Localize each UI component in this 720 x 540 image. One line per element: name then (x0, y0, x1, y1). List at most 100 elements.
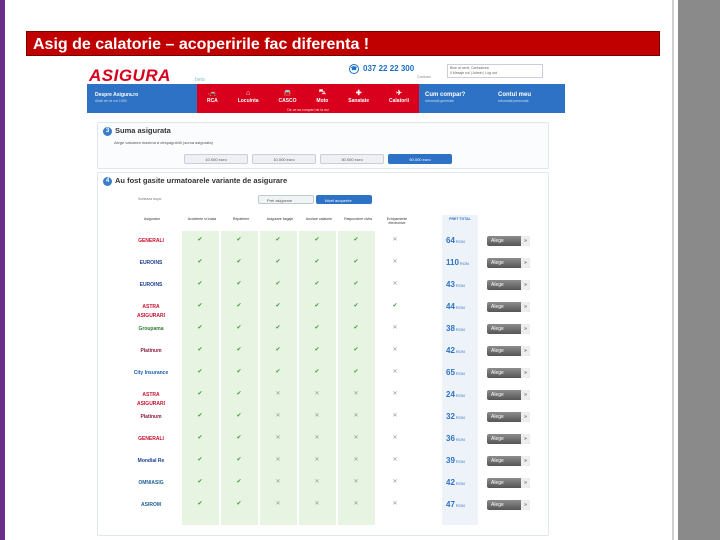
step-3-title: Suma asigurata (115, 126, 171, 135)
cross-icon: ✕ (314, 391, 320, 397)
result-row: Platinum ✔ ✔ ✕ ✕ ✕ ✕ 32RON Alege (98, 407, 548, 428)
sort-by-price-button[interactable]: Pret asigurare (258, 195, 314, 204)
check-icon: ✔ (314, 303, 320, 309)
choose-button[interactable]: Alege (487, 390, 530, 400)
check-icon: ✔ (236, 435, 242, 441)
account-box[interactable]: Bine ai venit, Caresalcea 0 Mesaje noi |… (447, 64, 543, 78)
choose-button[interactable]: Alege (487, 346, 530, 356)
nav-item-label: Calatorii (389, 98, 410, 104)
asigura-logo[interactable]: ASIGURA (89, 66, 171, 86)
check-icon: ✔ (197, 237, 203, 243)
sort-by-coverage-button[interactable]: Nivel acoperire (316, 195, 372, 204)
total-price: 110RON (446, 258, 478, 267)
nav-item-locuinta[interactable]: ⌂ Locuinta (238, 90, 259, 104)
choose-button[interactable]: Alege (487, 302, 530, 312)
choose-button[interactable]: Alege (487, 456, 530, 466)
choose-button[interactable]: Alege (487, 236, 530, 246)
choose-button[interactable]: Alege (487, 434, 530, 444)
price-currency: RON (455, 371, 465, 376)
check-icon: ✔ (236, 347, 242, 353)
total-price: 47RON (446, 500, 478, 509)
cross-icon: ✕ (392, 369, 398, 375)
sum-insured-description: Alege valoarea maxima a despagubirii (su… (114, 140, 213, 145)
price-currency: RON (455, 437, 465, 442)
check-icon: ✔ (197, 457, 203, 463)
check-icon: ✔ (236, 457, 242, 463)
slide-title: Asig de calatorie – acoperirile fac dife… (26, 31, 660, 56)
nav-item-sanatate[interactable]: ✚ Sanatate (348, 89, 369, 104)
cross-icon: ✕ (314, 413, 320, 419)
insurer-logo: City Insurance (133, 370, 169, 376)
check-icon: ✔ (353, 303, 359, 309)
nav-item-rca[interactable]: 🚗 RCA (207, 89, 218, 104)
check-icon: ✔ (236, 391, 242, 397)
choose-button[interactable]: Alege (487, 478, 530, 488)
cross-icon: ✕ (314, 479, 320, 485)
insurer-logo: ASTRA ASIGURARI (136, 304, 166, 319)
nav-despre-asigura[interactable]: Despre Asigura.ro Aflati de ce noi 1000 (87, 84, 197, 113)
contact-phone[interactable]: ☎ 037 22 22 300 (349, 64, 414, 74)
choose-button[interactable]: Alege (487, 412, 530, 422)
check-icon: ✔ (353, 325, 359, 331)
nav-product-icon: ✈ (396, 90, 402, 97)
check-icon: ✔ (197, 347, 203, 353)
slide-right-divider (672, 0, 674, 540)
contact-label: Contact (417, 74, 431, 79)
sum-option-2[interactable]: 10.000 euro (252, 154, 316, 164)
logo-beta-label: beta (195, 77, 205, 83)
sum-option-3[interactable]: 30.000 euro (320, 154, 384, 164)
cross-icon: ✕ (392, 325, 398, 331)
choose-button[interactable]: Alege (487, 368, 530, 378)
nav-cum-compar[interactable]: Cum compar? Informatii generale (419, 84, 492, 113)
choose-button[interactable]: Alege (487, 324, 530, 334)
cross-icon: ✕ (353, 413, 359, 419)
check-icon: ✔ (197, 325, 203, 331)
nav-item-label: Sanatate (348, 98, 370, 104)
cross-icon: ✕ (353, 479, 359, 485)
price-value: 32 (446, 412, 455, 421)
check-icon: ✔ (353, 237, 359, 243)
choose-button[interactable]: Alege (487, 500, 530, 510)
nav-item-moto[interactable]: ⛍ Moto (316, 88, 328, 104)
sum-option-4[interactable]: 50.000 euro (388, 154, 452, 164)
cross-icon: ✕ (392, 435, 398, 441)
cross-icon: ✕ (392, 237, 398, 243)
insurer-logo: GENERALI (138, 238, 164, 244)
check-icon: ✔ (236, 369, 242, 375)
price-currency: RON (455, 239, 465, 244)
nav-item-label: Locuinta (237, 98, 259, 104)
nav-products: 🚗 RCA ⌂ Locuinta 🚘 CASCO ⛍ Moto ✚ Sanatate ✈ Calato… (197, 84, 419, 113)
insurer-logo: OMNIASIG (138, 480, 164, 486)
price-currency: RON (459, 261, 469, 266)
step-4-number: 4 (103, 176, 112, 186)
step-3-heading: 3 Suma asigurata (103, 126, 171, 136)
check-icon: ✔ (275, 303, 281, 309)
cross-icon: ✕ (353, 435, 359, 441)
choose-button[interactable]: Alege (487, 258, 530, 268)
price-currency: RON (455, 481, 465, 486)
nav-despre-sub: Aflati de ce noi 1000 (95, 99, 127, 103)
check-icon: ✔ (314, 281, 320, 287)
cross-icon: ✕ (392, 501, 398, 507)
total-price: 39RON (446, 456, 478, 465)
nav-contul-meu[interactable]: Contul meu Informatii personale (492, 84, 565, 113)
account-links[interactable]: 0 Mesaje noi | Admin | Log out (450, 71, 540, 76)
nav-item-casco[interactable]: 🚘 CASCO (278, 89, 296, 104)
nav-info: Cum compar? Informatii generale Contul m… (419, 84, 565, 113)
result-row: OMNIASIG ✔ ✔ ✕ ✕ ✕ ✕ 42RON Alege (98, 473, 548, 494)
column-header: Repatriere (232, 217, 250, 221)
result-row: ASIROM ✔ ✔ ✕ ✕ ✕ ✕ 47RON Alege (98, 495, 548, 516)
check-icon: ✔ (197, 369, 203, 375)
result-row: EUROINS ✔ ✔ ✔ ✔ ✔ ✕ 43RON Alege (98, 275, 548, 296)
check-icon: ✔ (275, 281, 281, 287)
price-value: 65 (446, 368, 455, 377)
results-panel: 4 Au fost gasite urmatoarele variante de … (97, 172, 549, 536)
check-icon: ✔ (314, 237, 320, 243)
column-header: PRET TOTAL (449, 217, 471, 221)
price-value: 24 (446, 390, 455, 399)
price-value: 42 (446, 346, 455, 355)
sum-option-1[interactable]: 10.000 euro (184, 154, 248, 164)
choose-button[interactable]: Alege (487, 280, 530, 290)
check-icon: ✔ (392, 303, 398, 309)
nav-item-calatorii[interactable]: ✈ Calatorii (389, 89, 409, 104)
